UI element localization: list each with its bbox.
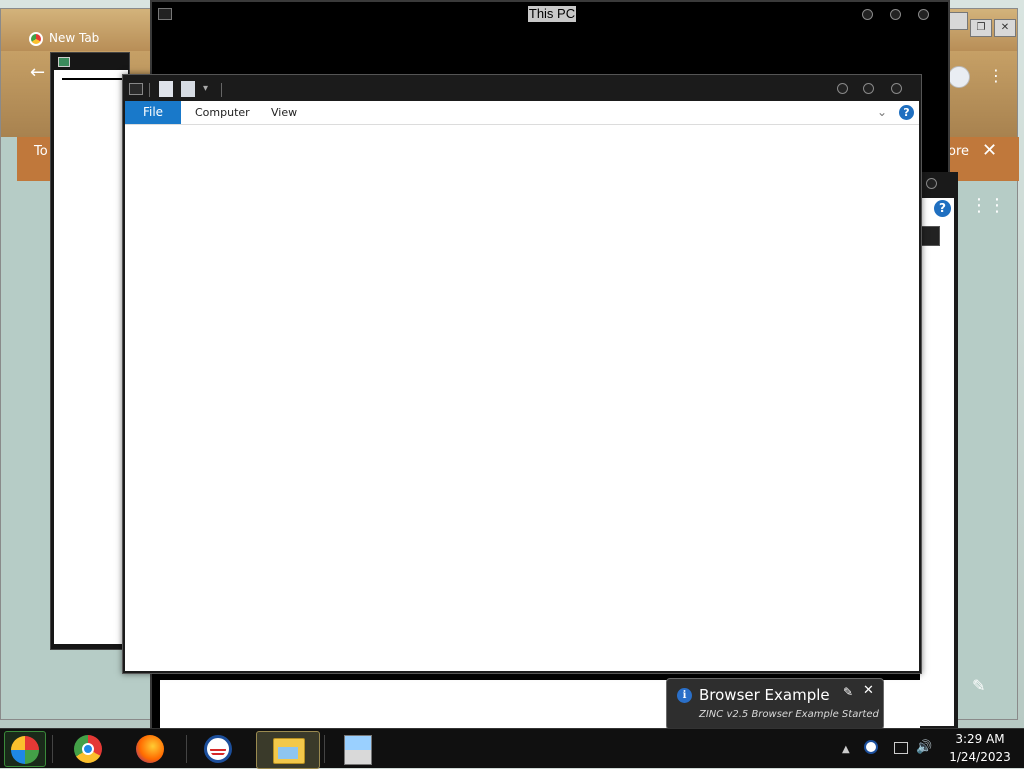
this-pc-window-title: This PC xyxy=(528,6,576,22)
file-explorer-window[interactable]: ▾ File Computer View ⌄ ? xyxy=(122,74,922,674)
left-window-divider xyxy=(62,78,122,80)
taskbar-explorer-button[interactable] xyxy=(256,731,320,769)
taskbar-separator xyxy=(324,735,325,763)
zinc-tray-icon[interactable] xyxy=(864,740,878,754)
background-help-icon[interactable]: ? xyxy=(934,200,951,217)
this-pc-close-button[interactable] xyxy=(918,9,929,20)
left-window-content xyxy=(54,70,128,644)
notification-close-icon[interactable]: ✕ xyxy=(863,683,874,698)
quick-access-separator xyxy=(221,83,222,97)
browser-menu-icon[interactable]: ⋮ xyxy=(988,66,1004,85)
taskbar-separator xyxy=(186,735,187,763)
start-button[interactable] xyxy=(4,731,46,767)
this-pc-window-icon xyxy=(158,8,172,20)
profile-avatar-icon[interactable] xyxy=(948,66,970,88)
clock-time[interactable]: 3:29 AM xyxy=(948,732,1012,746)
ribbon-tab-bar: File Computer View ⌄ ? xyxy=(125,101,919,125)
left-window-icon xyxy=(58,57,70,67)
banner-close-icon[interactable]: ✕ xyxy=(982,140,997,161)
chrome-icon xyxy=(74,735,102,763)
quick-access-separator xyxy=(149,83,150,97)
computer-icon[interactable] xyxy=(129,83,143,95)
apps-grid-icon[interactable]: ⋮⋮ xyxy=(970,195,1006,216)
info-icon: i xyxy=(677,688,692,703)
taskbar-chrome-button[interactable] xyxy=(60,731,112,767)
notification-title: Browser Example xyxy=(699,686,830,704)
new-folder-icon[interactable] xyxy=(181,81,195,97)
taskbar-installer-button[interactable] xyxy=(330,731,382,767)
start-orb-icon xyxy=(11,736,39,764)
explorer-title-bar[interactable] xyxy=(123,75,921,101)
explorer-minimize-button[interactable] xyxy=(837,83,848,94)
taskbar-separator xyxy=(52,735,53,763)
help-icon[interactable]: ? xyxy=(899,105,914,120)
firefox-icon xyxy=(136,735,164,763)
tab-file[interactable]: File xyxy=(125,101,181,124)
taskbar-zinc-button[interactable] xyxy=(192,731,244,767)
clock-date[interactable]: 1/24/2023 xyxy=(948,750,1012,764)
browser-tab-new-tab[interactable]: New Tab xyxy=(29,31,159,53)
properties-icon[interactable] xyxy=(159,81,173,97)
notification-message: ZINC v2.5 Browser Example Started xyxy=(699,709,879,720)
background-explorer-content xyxy=(920,198,954,726)
quick-access-dropdown-icon[interactable]: ▾ xyxy=(203,83,208,94)
tab-view[interactable]: View xyxy=(271,101,297,124)
banner-text-left: To xyxy=(34,144,48,159)
tab-computer[interactable]: Computer xyxy=(195,101,250,124)
notification-balloon[interactable]: i Browser Example ZINC v2.5 Browser Exam… xyxy=(666,678,884,730)
explorer-maximize-button[interactable] xyxy=(863,83,874,94)
network-icon[interactable] xyxy=(894,742,908,754)
back-arrow-icon[interactable]: ← xyxy=(30,62,45,83)
browser-restore-button[interactable]: ❐ xyxy=(970,19,992,37)
taskbar-firefox-button[interactable] xyxy=(124,731,176,767)
explorer-content-area[interactable] xyxy=(125,125,919,671)
zinc-app-icon xyxy=(204,735,232,763)
this-pc-minimize-button[interactable] xyxy=(862,9,873,20)
this-pc-maximize-button[interactable] xyxy=(890,9,901,20)
show-hidden-icons-arrow[interactable]: ▲ xyxy=(842,744,850,755)
background-search-button[interactable] xyxy=(920,226,940,246)
explorer-close-button[interactable] xyxy=(891,83,902,94)
background-explorer-close-button[interactable] xyxy=(926,178,937,189)
banner-text-right[interactable]: ore xyxy=(948,144,969,159)
installer-icon xyxy=(344,735,372,765)
customize-pencil-icon[interactable]: ✎ xyxy=(972,676,985,695)
browser-window-controls: ❐ ✕ xyxy=(944,12,1018,37)
folder-icon xyxy=(273,738,305,764)
notification-settings-icon[interactable]: ✎ xyxy=(843,685,853,699)
expand-ribbon-icon[interactable]: ⌄ xyxy=(877,101,887,124)
browser-close-button[interactable]: ✕ xyxy=(994,19,1016,37)
chrome-logo-icon xyxy=(29,31,43,46)
browser-tab-title: New Tab xyxy=(49,31,100,45)
volume-icon[interactable]: 🔊 xyxy=(916,740,932,755)
